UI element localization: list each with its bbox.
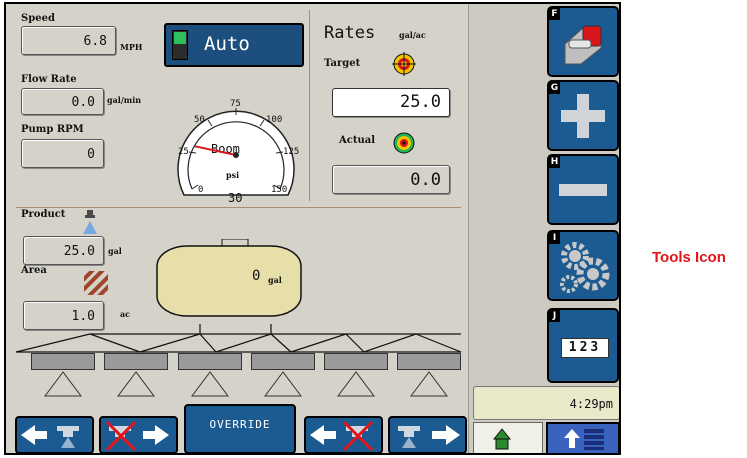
horizontal-divider [16, 207, 461, 208]
home-icon [492, 428, 512, 450]
arrow-left-nozzle-icon [21, 425, 79, 448]
target-icon [392, 52, 416, 76]
key-i: I [549, 232, 560, 244]
pump-rpm-label: Pump RPM [21, 124, 84, 135]
section-right-add-button[interactable] [388, 416, 467, 453]
rates-title: Rates [324, 23, 376, 43]
tank-unit: gal [268, 275, 282, 285]
toggle-switch-icon [172, 30, 188, 60]
speed-value: 6.8 [83, 34, 107, 49]
clock: 4:29pm [473, 386, 619, 420]
section-right-remove-button[interactable] [99, 416, 178, 453]
flow-rate-field: 0.0 [21, 88, 104, 115]
boom-section-4[interactable] [251, 353, 315, 370]
speed-label: Speed [21, 13, 55, 24]
key-f: F [549, 8, 560, 20]
key-j: J [549, 310, 560, 322]
gauge-tick-75: 75 [230, 99, 241, 109]
nozzle-x-arrow-right-icon [105, 420, 169, 452]
boom-section-1[interactable] [31, 353, 95, 370]
section-left-add-button[interactable] [15, 416, 94, 453]
tools-icon-callout: Tools Icon [652, 249, 726, 266]
menu-button[interactable] [546, 422, 619, 453]
boom-frame [16, 324, 462, 353]
home-button[interactable] [473, 422, 543, 453]
area-value: 1.0 [71, 309, 95, 324]
nozzle-spray-icon [83, 210, 97, 234]
keypad-icon: 123 [561, 338, 609, 358]
spray-patterns [44, 371, 448, 397]
override-button[interactable]: OVERRIDE [184, 404, 296, 453]
product-field: 25.0 [23, 236, 104, 265]
product-unit: gal [108, 246, 122, 256]
section-left-remove-button[interactable] [304, 416, 383, 453]
speed-unit: MPH [120, 42, 143, 52]
actual-label: Actual [339, 135, 376, 146]
boom-pressure-gauge: 0 25 50 75 100 125 150 Boom psi 30 [177, 99, 299, 205]
display-screen: Speed 6.8 MPH Auto Flow Rate 0.0 gal/min… [4, 2, 621, 455]
target-rate-value: 25.0 [400, 92, 441, 112]
gauge-tick-150: 150 [271, 185, 287, 195]
gauge-tick-100: 100 [266, 115, 282, 125]
product-label: Product [21, 209, 66, 220]
decrease-button[interactable]: H [547, 154, 619, 225]
auto-mode-label: Auto [204, 33, 250, 55]
actual-rate-field: 0.0 [332, 165, 450, 194]
rates-unit: gal/ac [399, 30, 426, 40]
vertical-divider [309, 10, 310, 201]
up-arrow-list-icon [564, 429, 604, 450]
flow-rate-unit: gal/min [107, 95, 142, 105]
speed-field: 6.8 [21, 26, 116, 55]
clock-value: 4:29pm [569, 397, 613, 411]
keypad-button[interactable]: J 123 [547, 308, 619, 383]
area-label: Area [21, 265, 47, 276]
tools-button[interactable]: I [547, 230, 619, 301]
arrow-left-nozzle-x-icon [310, 420, 374, 452]
key-g: G [549, 82, 560, 94]
boom-section-6[interactable] [397, 353, 461, 370]
gauge-tick-125: 125 [283, 147, 299, 157]
gauge-tick-50: 50 [194, 115, 205, 125]
gauge-tick-25: 25 [178, 147, 189, 157]
target-rate-input[interactable]: 25.0 [332, 88, 450, 117]
actual-target-icon [393, 132, 415, 154]
tank-value: 0 [252, 268, 261, 284]
nozzle-arrow-right-icon [398, 425, 460, 448]
actual-rate-value: 0.0 [410, 170, 441, 190]
gauge-unit: psi [226, 170, 239, 180]
pump-rpm-value: 0 [87, 147, 95, 162]
product-value: 25.0 [63, 244, 95, 259]
gauge-tick-0: 0 [198, 185, 203, 195]
area-hatch-icon [84, 271, 108, 295]
key-h: H [549, 156, 560, 168]
gauge-readout: 30 [228, 191, 242, 205]
flow-rate-value: 0.0 [71, 95, 95, 110]
increase-button[interactable]: G [547, 80, 619, 151]
boom-section-2[interactable] [104, 353, 168, 370]
area-unit: ac [120, 309, 131, 319]
pump-rpm-field: 0 [21, 139, 104, 168]
master-switch-button[interactable]: F [547, 6, 619, 77]
override-label: OVERRIDE [209, 418, 271, 431]
target-label: Target [324, 58, 361, 69]
boom-section-5[interactable] [324, 353, 388, 370]
flow-rate-label: Flow Rate [21, 74, 77, 85]
boom-section-3[interactable] [178, 353, 242, 370]
auto-mode-button[interactable]: Auto [164, 23, 304, 67]
